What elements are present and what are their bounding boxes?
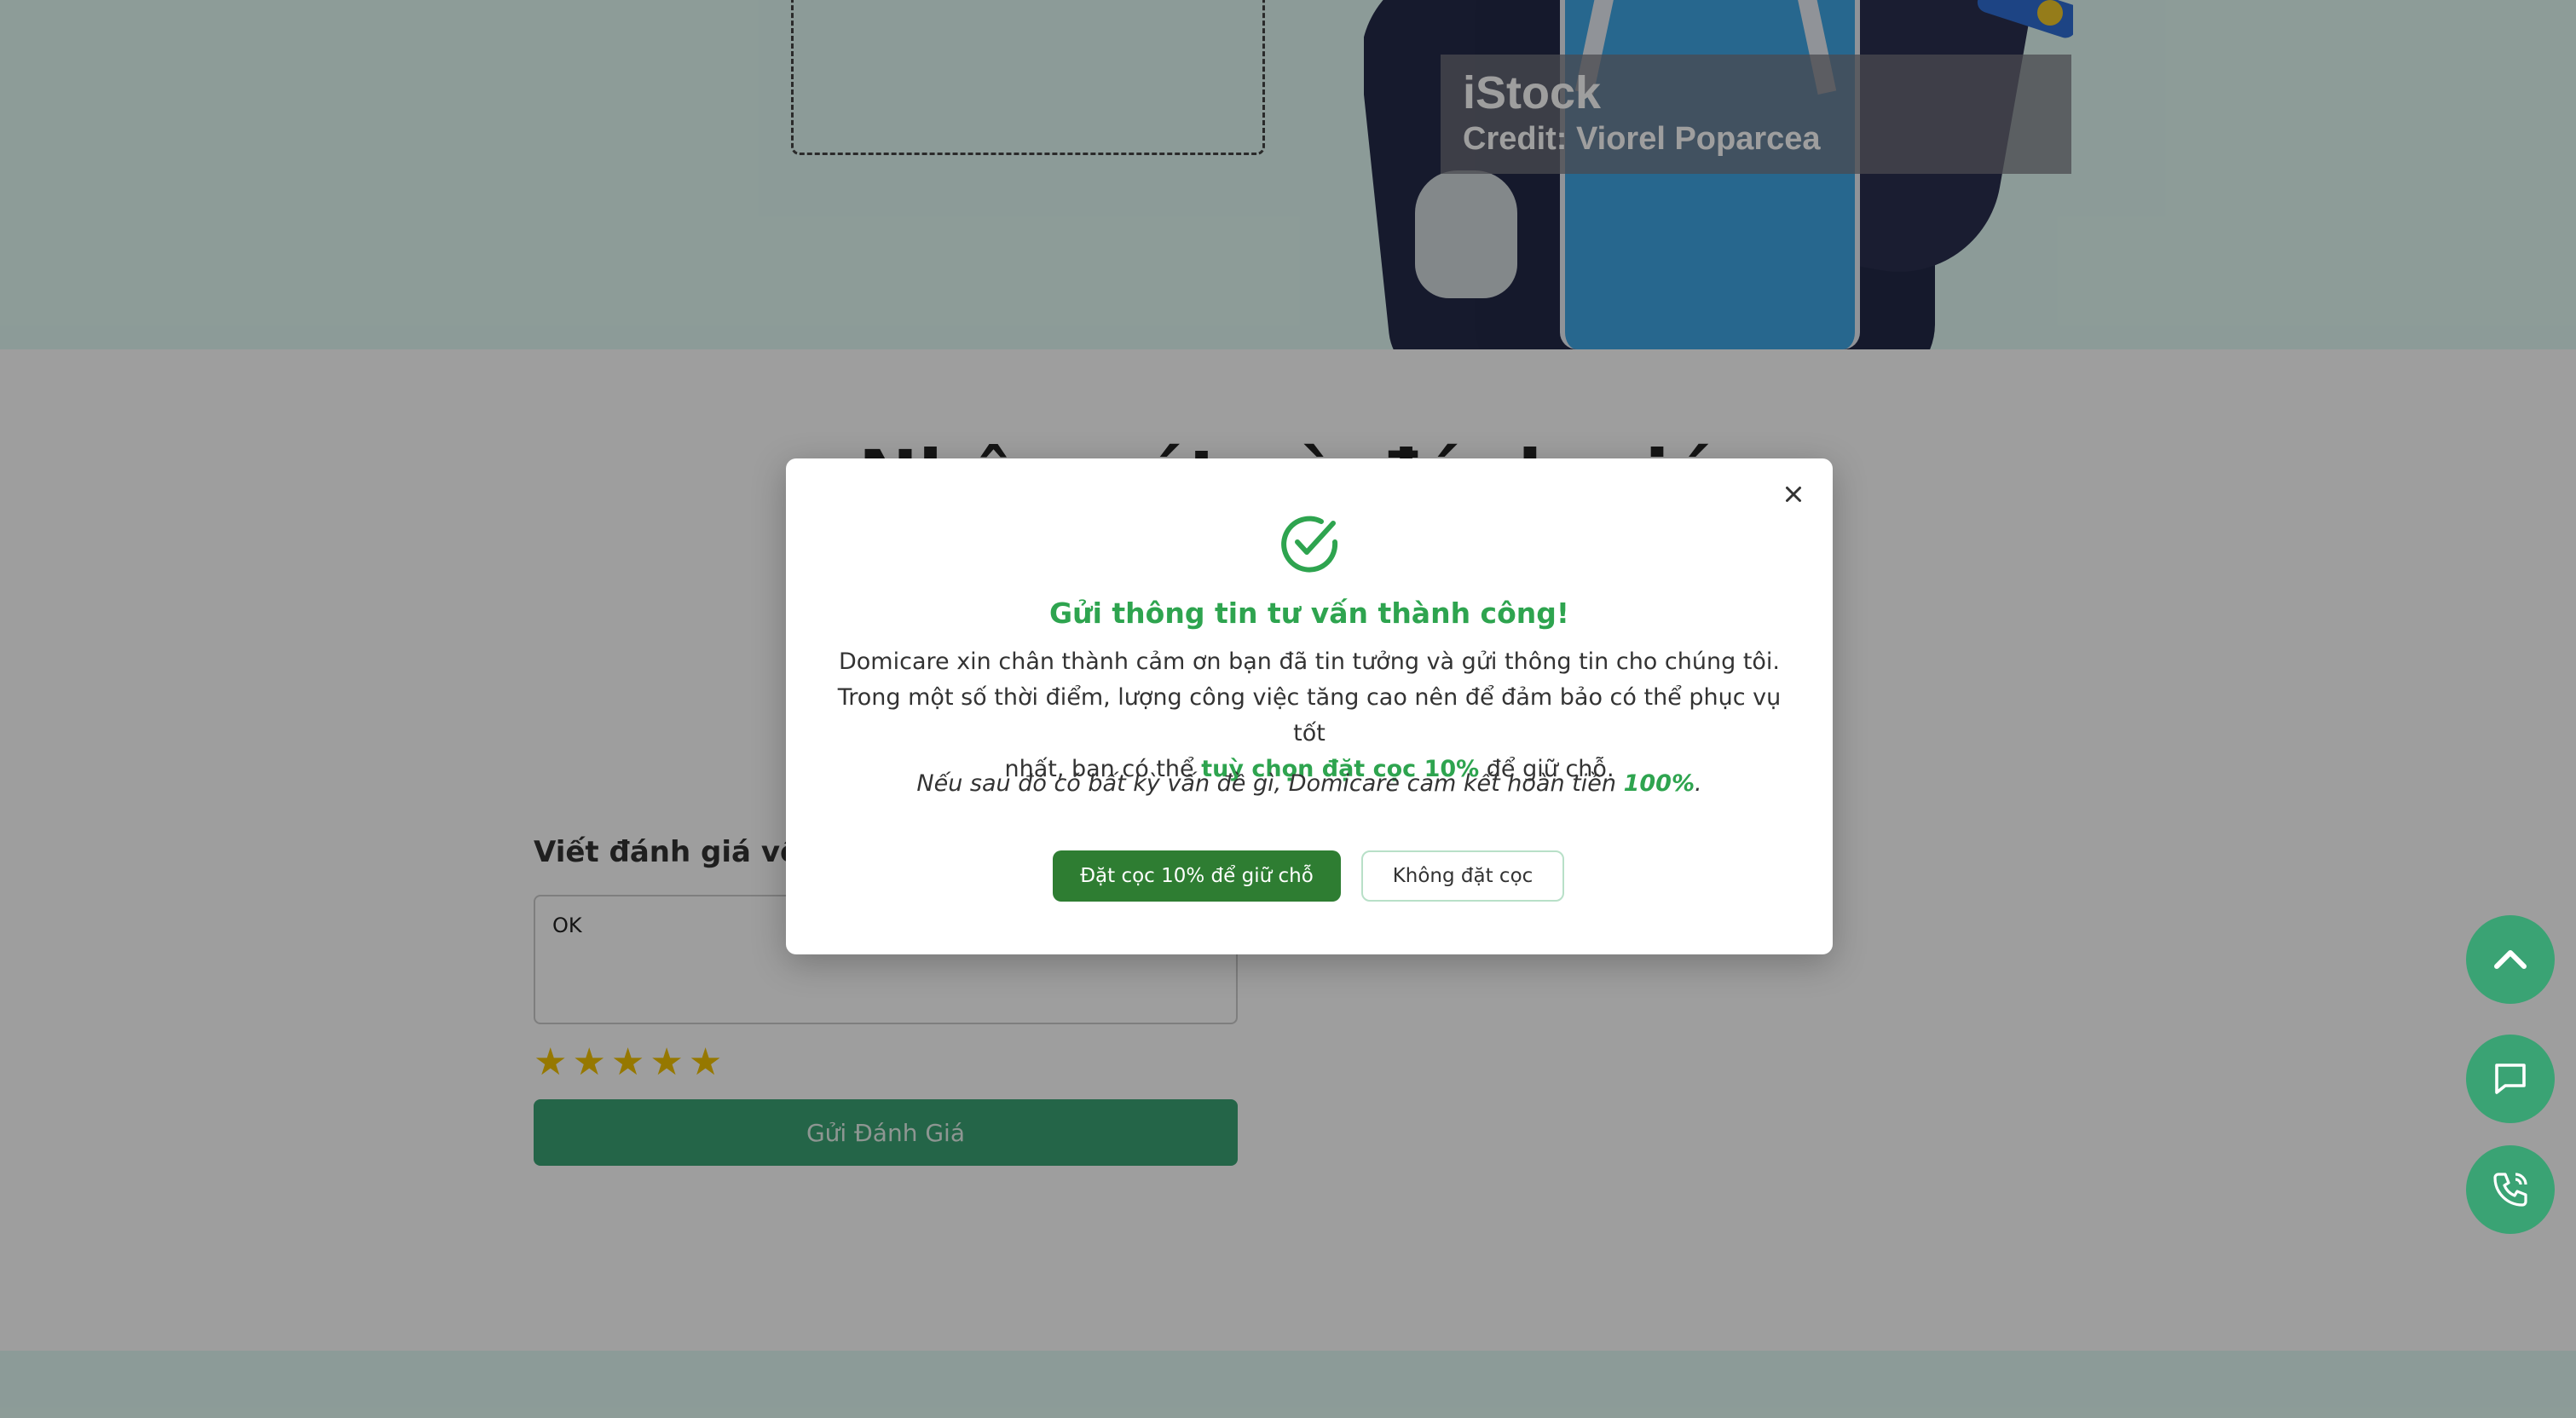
- check-circle-icon: [1281, 516, 1338, 573]
- chat-icon: [2495, 1064, 2526, 1094]
- scroll-top-button[interactable]: [2466, 915, 2555, 1004]
- refund-note-text: Nếu sau đó có bất kỳ vấn đề gì, Domicare…: [916, 770, 1616, 797]
- refund-note: Nếu sau đó có bất kỳ vấn đề gì, Domicare…: [786, 770, 1833, 797]
- refund-highlight: 100%: [1623, 770, 1695, 797]
- close-icon: [1786, 487, 1801, 502]
- refund-note-end: .: [1695, 770, 1702, 797]
- phone-icon: [2493, 1173, 2527, 1207]
- modal-title: Gửi thông tin tư vấn thành công!: [1049, 597, 1569, 630]
- chat-button[interactable]: [2466, 1035, 2555, 1123]
- modal-message-line: Trong một số thời điểm, lượng công việc …: [837, 684, 1782, 746]
- phone-button[interactable]: [2466, 1145, 2555, 1234]
- chevron-up-icon: [2494, 950, 2527, 969]
- skip-deposit-button[interactable]: Không đặt cọc: [1361, 850, 1564, 902]
- modal-message: Domicare xin chân thành cảm ơn bạn đã ti…: [837, 644, 1782, 787]
- deposit-button[interactable]: Đặt cọc 10% để giữ chỗ: [1053, 850, 1341, 902]
- success-modal: Gửi thông tin tư vấn thành công! Domicar…: [786, 458, 1833, 954]
- modal-message-line: Domicare xin chân thành cảm ơn bạn đã ti…: [838, 648, 1781, 675]
- modal-close-button[interactable]: [1778, 479, 1809, 510]
